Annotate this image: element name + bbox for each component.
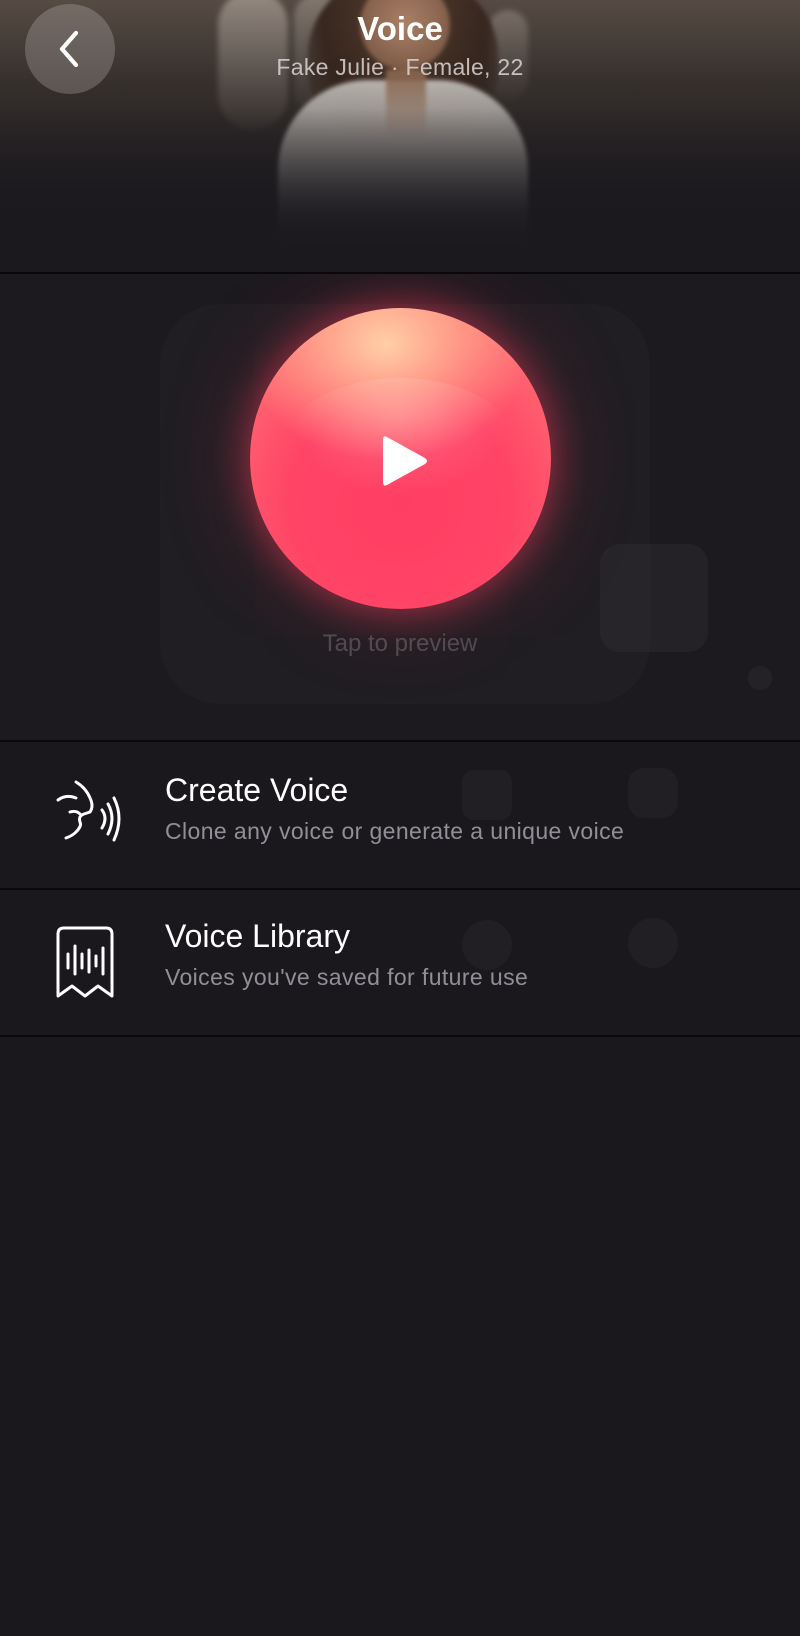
menu-item-description: Voices you've saved for future use [165, 964, 529, 990]
menu-item-description: Clone any voice or generate a unique voi… [165, 818, 625, 844]
play-icon [383, 436, 427, 486]
speaking-head-icon [56, 780, 121, 842]
background-ghost-shape [748, 666, 772, 690]
menu-item-create-voice[interactable]: Create Voice Clone any voice or generate… [0, 742, 800, 888]
voice-preview-area: Tap to preview [0, 274, 800, 740]
menu-item-title: Create Voice [165, 772, 349, 808]
menu-item-voice-library[interactable]: Voice Library Voices you've saved for fu… [0, 890, 800, 1036]
empty-content-area [0, 1037, 800, 1636]
menu-item-title: Voice Library [165, 918, 350, 954]
character-subtitle: Fake Julie · Female, 22 [276, 54, 524, 80]
voice-preview-play-button[interactable] [250, 308, 551, 609]
page-title: Voice [357, 10, 443, 47]
preview-hint: Tap to preview [322, 630, 478, 657]
voice-library-bookmark-icon [56, 926, 114, 998]
